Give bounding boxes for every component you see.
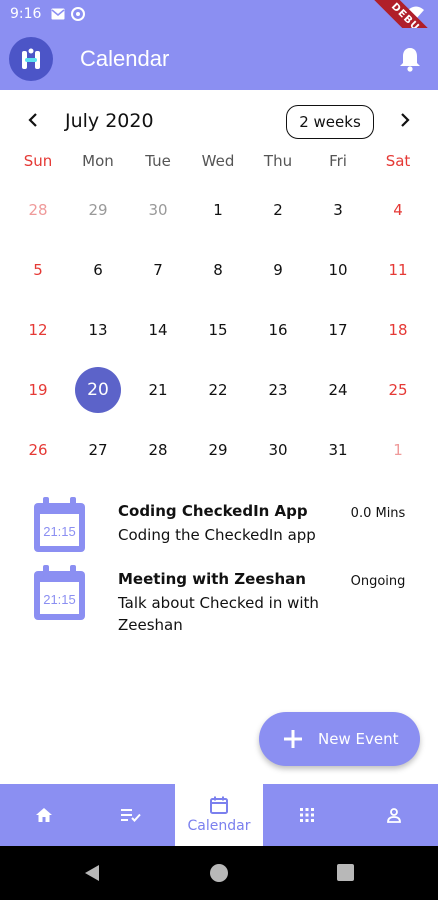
event-status: 0.0 Mins [350, 506, 406, 521]
calendar-day[interactable]: 11 [368, 240, 428, 300]
plus-icon [284, 730, 302, 748]
chevron-right-icon [401, 113, 410, 127]
calendar-day[interactable]: 3 [308, 180, 368, 240]
calendar-day[interactable]: 24 [308, 360, 368, 420]
event-list: 21:15 Coding CheckedIn App Coding the Ch… [0, 490, 438, 634]
calendar-event-icon: 21:15 [34, 497, 85, 552]
checklist-icon [121, 809, 141, 822]
format-toggle-button[interactable]: 2 weeks [286, 105, 374, 139]
calendar-day[interactable]: 31 [308, 420, 368, 480]
person-icon [387, 808, 402, 823]
previous-month-button[interactable] [22, 108, 44, 134]
calendar-icon [210, 796, 228, 814]
event-item[interactable]: 21:15 Meeting with Zeeshan Talk about Ch… [0, 558, 438, 634]
grid-icon [299, 808, 314, 822]
calendar-day[interactable]: 28 [128, 420, 188, 480]
bell-icon[interactable] [398, 46, 422, 72]
home-icon [35, 808, 52, 822]
next-month-button[interactable] [394, 108, 416, 134]
calendar-day[interactable]: 15 [188, 300, 248, 360]
event-description: Talk about Checked in with Zeeshan [118, 594, 319, 634]
calendar-day-selected[interactable]: 20 [68, 360, 128, 420]
page-title: Calendar [80, 46, 170, 71]
calendar-day[interactable]: 4 [368, 180, 428, 240]
status-time: 9:16 [10, 6, 42, 22]
weekday-label: Sun [23, 152, 53, 170]
calendar-day[interactable]: 16 [248, 300, 308, 360]
calendar-day[interactable]: 7 [128, 240, 188, 300]
calendar-day[interactable]: 6 [68, 240, 128, 300]
new-event-button[interactable]: New Event [259, 712, 420, 766]
weekday-label: Fri [329, 152, 347, 170]
nav-calendar-label: Calendar [187, 818, 251, 834]
weekday-row: Sun Mon Tue Wed Thu Fri Sat [8, 152, 428, 178]
app-logo [9, 37, 53, 81]
calendar-day[interactable]: 12 [8, 300, 68, 360]
calendar-day[interactable]: 10 [308, 240, 368, 300]
calendar-day[interactable]: 30 [248, 420, 308, 480]
calendar-day[interactable]: 22 [188, 360, 248, 420]
system-navigation-bar [0, 846, 438, 900]
calendar-day[interactable]: 26 [8, 420, 68, 480]
calendar-day[interactable]: 25 [368, 360, 428, 420]
weekday-label: Sat [385, 152, 411, 170]
status-bar: 9:16 DEBUG [0, 0, 438, 70]
calendar-day[interactable]: 21 [128, 360, 188, 420]
nav-checklist[interactable] [88, 784, 176, 846]
month-label: July 2020 [65, 110, 154, 132]
calendar-day[interactable]: 2 [248, 180, 308, 240]
recent-apps-icon[interactable] [337, 864, 354, 881]
event-title: Coding CheckedIn App [118, 502, 308, 520]
calendar-day[interactable]: 1 [368, 420, 428, 480]
nav-profile[interactable] [351, 784, 438, 846]
calendar-day[interactable]: 14 [128, 300, 188, 360]
nav-apps[interactable] [263, 784, 351, 846]
svg-text:21:15: 21:15 [43, 524, 76, 539]
calendar-day[interactable]: 29 [68, 180, 128, 240]
calendar-day[interactable]: 1 [188, 180, 248, 240]
event-status: Ongoing [350, 574, 406, 589]
event-title: Meeting with Zeeshan [118, 570, 306, 588]
calendar-day[interactable]: 17 [308, 300, 368, 360]
calendar-day[interactable]: 13 [68, 300, 128, 360]
weekday-label: Tue [145, 152, 171, 170]
calendar-day[interactable]: 8 [188, 240, 248, 300]
nav-home[interactable] [0, 784, 88, 846]
calendar-day[interactable]: 29 [188, 420, 248, 480]
nav-calendar[interactable]: Calendar [175, 784, 263, 846]
home-button-icon[interactable] [210, 864, 228, 882]
calendar-header: July 2020 2 weeks [0, 100, 438, 144]
notification-icons [51, 7, 86, 21]
app-bar: Calendar [0, 28, 438, 90]
new-event-label: New Event [318, 730, 399, 748]
calendar-grid: 28 29 30 1 2 3 4 5 6 7 8 9 10 11 12 13 1… [8, 180, 428, 480]
calendar-day[interactable]: 23 [248, 360, 308, 420]
event-item[interactable]: 21:15 Coding CheckedIn App Coding the Ch… [0, 490, 438, 558]
weekday-label: Mon [82, 152, 114, 170]
calendar-day[interactable]: 28 [8, 180, 68, 240]
calendar-day[interactable]: 18 [368, 300, 428, 360]
sync-icon [71, 7, 86, 21]
calendar-day[interactable]: 19 [8, 360, 68, 420]
svg-text:21:15: 21:15 [43, 592, 76, 607]
mail-icon [51, 8, 65, 20]
bottom-navigation: Calendar [0, 784, 438, 846]
calendar-day[interactable]: 5 [8, 240, 68, 300]
calendar-day[interactable]: 30 [128, 180, 188, 240]
chevron-left-icon [28, 113, 37, 127]
event-description: Coding the CheckedIn app [118, 526, 316, 544]
logo-icon [22, 48, 40, 69]
calendar-day[interactable]: 27 [68, 420, 128, 480]
weekday-label: Thu [263, 152, 293, 170]
weekday-label: Wed [201, 152, 235, 170]
calendar-event-icon: 21:15 [34, 565, 85, 620]
back-icon[interactable] [84, 864, 100, 882]
calendar-day[interactable]: 9 [248, 240, 308, 300]
